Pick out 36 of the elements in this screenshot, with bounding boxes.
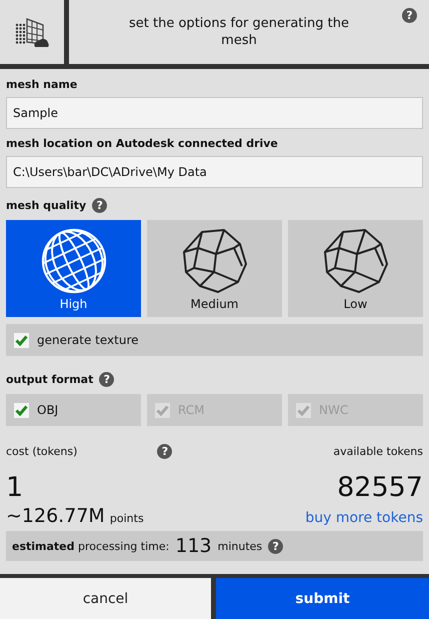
field-label: mesh location on Autodesk connected drive	[6, 137, 279, 150]
check-icon	[14, 332, 29, 348]
polyhedron-icon	[322, 228, 388, 294]
help-icon[interactable]: ?	[99, 372, 114, 386]
cost-label: cost (tokens)	[6, 444, 78, 458]
available-value: 82557	[337, 472, 423, 503]
cancel-button[interactable]: cancel	[0, 578, 211, 619]
help-icon[interactable]: ?	[402, 8, 417, 23]
section-label: mesh quality	[6, 198, 86, 212]
help-icon[interactable]: ?	[157, 444, 172, 458]
quality-option[interactable]: High	[6, 220, 141, 317]
quality-option[interactable]: Medium	[147, 220, 282, 317]
location-field[interactable]: C:\Users\bar\DC\ADrive\My Data	[6, 156, 423, 188]
sphere-icon	[41, 228, 106, 294]
polyhedron-icon	[182, 228, 248, 294]
points-unit: points	[110, 512, 144, 525]
check-icon	[155, 402, 170, 418]
check-icon	[296, 402, 311, 418]
submit-button[interactable]: submit	[216, 578, 429, 619]
estimate-label: estimated processing time:	[12, 540, 170, 552]
help-icon[interactable]: ?	[92, 198, 108, 212]
dialog-title: set the options for generating the mesh	[129, 15, 349, 49]
name-field[interactable]: Sample	[6, 97, 423, 129]
check-icon	[14, 402, 29, 418]
estimate-unit: minutes	[218, 540, 262, 552]
checkbox[interactable]: OBJ	[6, 394, 141, 426]
quality-option[interactable]: Low	[288, 220, 423, 317]
cost-value: 1	[6, 472, 24, 503]
estimate-value: 113	[175, 535, 212, 557]
buy-tokens-link[interactable]: buy more tokens	[305, 510, 423, 526]
checkbox[interactable]: generate texture	[6, 324, 423, 356]
help-icon[interactable]: ?	[268, 538, 284, 554]
points-value: ~126.77M	[6, 505, 105, 527]
available-label: available tokens	[333, 444, 423, 458]
field-label: mesh name	[6, 78, 78, 91]
section-label: output format	[6, 372, 94, 386]
